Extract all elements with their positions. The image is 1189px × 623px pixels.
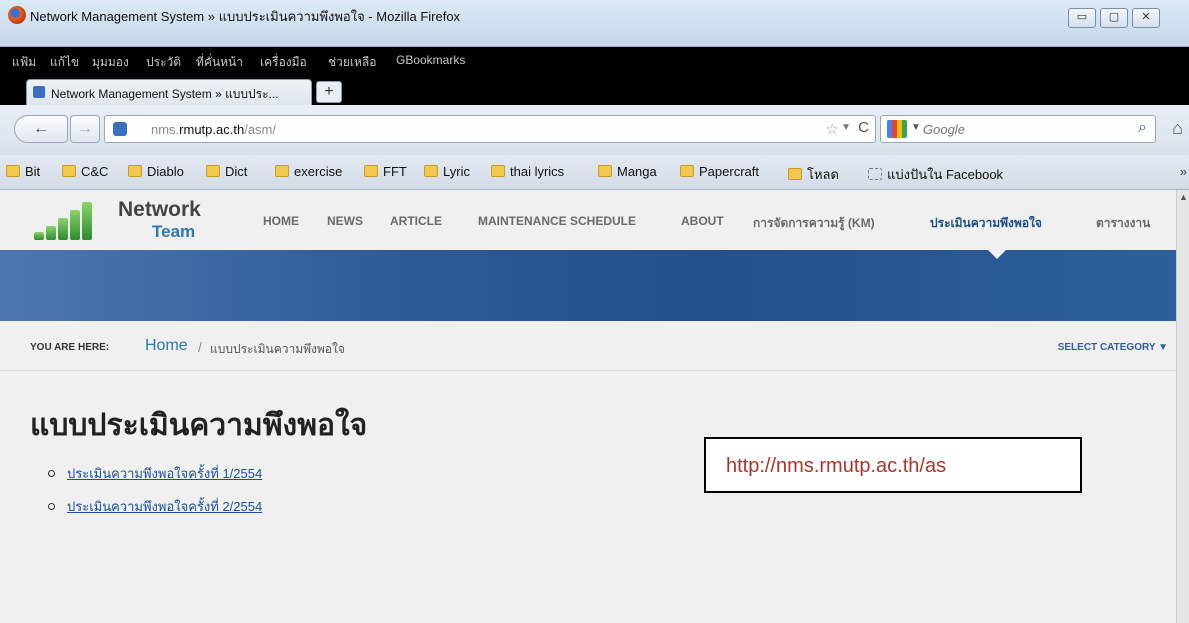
nav-satisfaction-survey[interactable]: ประเมินความพึงพอใจ: [930, 214, 1042, 233]
url-bar[interactable]: nms.rmutp.ac.th/asm/ ☆ ▼ C: [104, 115, 876, 143]
menu-bar: แฟ้ม แก้ไข มุมมอง ประวัติ ที่คั่นหน้า เค…: [0, 47, 1189, 75]
folder-icon: [275, 165, 289, 177]
forward-button[interactable]: →: [70, 115, 100, 143]
network-logo-icon[interactable]: [34, 200, 104, 240]
vertical-scrollbar[interactable]: ▲: [1176, 190, 1189, 623]
home-icon[interactable]: ⌂: [1166, 115, 1189, 143]
navigation-toolbar: ← → nms.rmutp.ac.th/asm/ ☆ ▼ C ▼ Google …: [0, 105, 1189, 155]
survey-link-1[interactable]: ประเมินความพึงพอใจครั้งที่ 1/2554: [67, 466, 262, 481]
folder-icon: [6, 165, 20, 177]
url-annotation-box: http://nms.rmutp.ac.th/as: [704, 437, 1082, 493]
folder-icon: [680, 165, 694, 177]
nav-schedule[interactable]: ตารางงาน: [1096, 214, 1150, 233]
menu-tools[interactable]: เครื่องมือ: [260, 53, 307, 72]
folder-icon: [364, 165, 378, 177]
search-bar[interactable]: ▼ Google ⌕: [880, 115, 1156, 143]
nav-maintenance-schedule[interactable]: MAINTENANCE SCHEDULE: [478, 214, 636, 228]
bookmark-folder[interactable]: thai lyrics: [491, 164, 564, 179]
menu-bookmarks[interactable]: ที่คั่นหน้า: [196, 53, 243, 72]
new-tab-button[interactable]: +: [316, 81, 342, 103]
breadcrumb-label: YOU ARE HERE:: [30, 342, 110, 353]
list-item: ประเมินความพึงพอใจครั้งที่ 2/2554: [48, 496, 262, 517]
nav-km[interactable]: การจัดการความรู้ (KM): [753, 214, 875, 233]
bookmark-folder[interactable]: Diablo: [128, 164, 184, 179]
bookmark-folder[interactable]: Dict: [206, 164, 247, 179]
reload-icon[interactable]: C: [858, 119, 869, 136]
engine-dropdown-icon[interactable]: ▼: [911, 122, 921, 133]
url-text[interactable]: nms.rmutp.ac.th/asm/: [151, 122, 276, 137]
breadcrumb-current: แบบประเมินความพึงพอใจ: [210, 342, 345, 356]
select-category-dropdown[interactable]: SELECT CATEGORY ▼: [1058, 342, 1168, 353]
folder-icon: [491, 165, 505, 177]
bullet-icon: [48, 470, 55, 477]
breadcrumb-home-link[interactable]: Home: [145, 337, 188, 355]
folder-icon: [788, 168, 802, 180]
close-button[interactable]: ✕: [1132, 8, 1160, 28]
bookmark-folder[interactable]: FFT: [364, 164, 407, 179]
url-annotation-text: http://nms.rmutp.ac.th/as: [726, 455, 947, 477]
folder-icon: [598, 165, 612, 177]
tab-network-management[interactable]: Network Management System » แบบประ...: [26, 79, 312, 105]
page-title: แบบประเมินความพึงพอใจ: [30, 409, 368, 442]
folder-icon: [424, 165, 438, 177]
survey-link-2[interactable]: ประเมินความพึงพอใจครั้งที่ 2/2554: [67, 499, 262, 514]
site-favicon-icon: [33, 86, 45, 98]
folder-icon: [206, 165, 220, 177]
logo-text-network[interactable]: Network: [118, 198, 201, 222]
maximize-button[interactable]: ▢: [1100, 8, 1128, 28]
forward-arrow-icon: →: [77, 120, 93, 137]
bookmark-folder[interactable]: Lyric: [424, 164, 470, 179]
menu-edit[interactable]: แก้ไข: [50, 53, 79, 72]
url-dropdown-icon[interactable]: ▼: [841, 122, 851, 133]
list-item: ประเมินความพึงพอใจครั้งที่ 1/2554: [48, 463, 262, 484]
page-content: Network Team HOME NEWS ARTICLE MAINTENAN…: [0, 190, 1176, 623]
blue-banner: [0, 249, 1176, 321]
minimize-button[interactable]: ▭: [1068, 8, 1096, 28]
logo-text-team[interactable]: Team: [152, 222, 195, 242]
bookmark-folder[interactable]: C&C: [62, 164, 108, 179]
firefox-icon: [8, 6, 26, 24]
back-button[interactable]: ←: [14, 115, 68, 143]
bookmark-folder[interactable]: Papercraft: [680, 164, 759, 179]
active-nav-indicator: [987, 249, 1007, 259]
bookmark-folder[interactable]: Bit: [6, 164, 40, 179]
window-title: Network Management System » แบบประเมินคว…: [30, 9, 461, 24]
bookmark-facebook-share[interactable]: แบ่งปันใน Facebook: [868, 164, 1003, 185]
back-arrow-icon: ←: [33, 120, 49, 137]
google-engine-icon[interactable]: [887, 120, 907, 138]
bullet-icon: [48, 503, 55, 510]
bookmarks-toolbar: Bit C&C Diablo Dict exercise FFT Lyric t…: [0, 155, 1189, 190]
tab-strip: Network Management System » แบบประ... +: [0, 75, 1189, 105]
menu-history[interactable]: ประวัติ: [146, 53, 181, 72]
tab-label: Network Management System » แบบประ...: [51, 87, 279, 101]
bookmarks-overflow-icon[interactable]: »: [1180, 164, 1187, 179]
bookmark-folder[interactable]: โหลด: [788, 164, 839, 185]
nav-home[interactable]: HOME: [263, 214, 299, 228]
nav-article[interactable]: ARTICLE: [390, 214, 442, 228]
bookmark-folder[interactable]: Manga: [598, 164, 657, 179]
bookmark-star-icon[interactable]: ☆: [826, 120, 839, 138]
menu-view[interactable]: มุมมอง: [92, 53, 129, 72]
folder-icon: [62, 165, 76, 177]
nav-about[interactable]: ABOUT: [681, 214, 724, 228]
site-header: Network Team HOME NEWS ARTICLE MAINTENAN…: [0, 190, 1176, 250]
bookmark-page-icon: [868, 168, 882, 180]
search-icon[interactable]: ⌕: [1138, 119, 1147, 137]
site-identity-icon[interactable]: [113, 122, 127, 136]
menu-help[interactable]: ช่วยเหลือ: [328, 53, 377, 72]
window-titlebar: Network Management System » แบบประเมินคว…: [0, 0, 1189, 47]
menu-gbookmarks[interactable]: GBookmarks: [396, 53, 465, 67]
search-placeholder: Google: [923, 122, 965, 137]
breadcrumb: YOU ARE HERE: Home / แบบประเมินความพึงพอ…: [0, 321, 1176, 371]
scroll-up-icon[interactable]: ▲: [1179, 192, 1188, 202]
breadcrumb-separator: /: [198, 339, 202, 355]
menu-file[interactable]: แฟ้ม: [12, 53, 36, 72]
folder-icon: [128, 165, 142, 177]
nav-news[interactable]: NEWS: [327, 214, 363, 228]
bookmark-folder[interactable]: exercise: [275, 164, 342, 179]
